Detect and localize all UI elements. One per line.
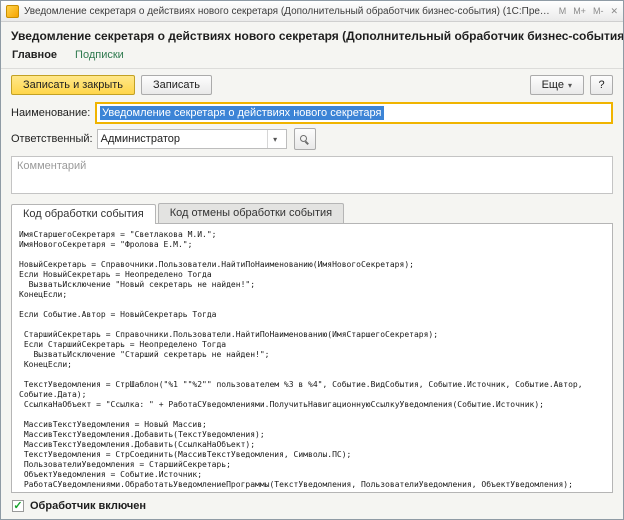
app-window: Уведомление секретаря о действиях нового… [0, 0, 624, 520]
1c-app-icon [6, 5, 19, 18]
responsible-value: Администратор [101, 133, 267, 145]
open-responsible-button[interactable] [294, 128, 316, 150]
help-button[interactable]: ? [590, 75, 613, 95]
more-button-label: Еще [542, 79, 564, 91]
responsible-combo[interactable]: Администратор ▾ [97, 129, 287, 149]
name-input[interactable]: Уведомление секретаря о действиях нового… [95, 102, 613, 124]
name-field-label: Наименование: [11, 107, 91, 119]
code-editor-panel: ИмяСтаршегоСекретаря = "Светлакова М.И."… [11, 223, 613, 493]
font-scale-minus-button[interactable]: M- [593, 6, 604, 17]
close-icon[interactable]: ✕ [610, 6, 618, 17]
title-bar: Уведомление секретаря о действиях нового… [1, 1, 623, 22]
tab-subscriptions[interactable]: Подписки [75, 49, 124, 61]
comment-row [1, 152, 623, 196]
more-button[interactable]: Еще ▾ [530, 75, 584, 95]
code-editor[interactable]: ИмяСтаршегоСекретаря = "Светлакова М.И."… [12, 224, 612, 493]
form-toolbar: Записать и закрыть Записать Еще ▾ ? [1, 69, 623, 100]
page-title: Уведомление секретаря о действиях нового… [1, 22, 623, 47]
code-tabs: Код обработки события Код отмены обработ… [1, 196, 623, 223]
save-button[interactable]: Записать [141, 75, 212, 95]
dropdown-arrow-icon[interactable]: ▾ [267, 130, 283, 148]
comment-textarea[interactable] [11, 156, 613, 194]
tab-main[interactable]: Главное [12, 49, 57, 61]
section-nav: Главное Подписки [1, 47, 623, 69]
magnifier-icon [299, 134, 310, 145]
footer-bar: ✓ Обработчик включен [1, 493, 623, 519]
tab-event-handler-code[interactable]: Код обработки события [11, 204, 156, 224]
tab-cancel-handler-code[interactable]: Код отмены обработки события [158, 203, 344, 223]
window-title: Уведомление секретаря о действиях нового… [24, 6, 554, 17]
save-and-close-button[interactable]: Записать и закрыть [11, 75, 135, 95]
font-scale-button[interactable]: M [559, 6, 567, 17]
responsible-field-label: Ответственный: [11, 133, 93, 145]
responsible-row: Ответственный: Администратор ▾ [1, 126, 623, 152]
window-controls: M M+ M- ✕ [559, 6, 618, 17]
name-row: Наименование: Уведомление секретаря о де… [1, 100, 623, 126]
name-input-selected-text: Уведомление секретаря о действиях нового… [100, 106, 384, 120]
handler-enabled-label: Обработчик включен [30, 500, 146, 512]
handler-enabled-checkbox[interactable]: ✓ [12, 500, 24, 512]
chevron-down-icon: ▾ [568, 81, 572, 90]
font-scale-plus-button[interactable]: M+ [573, 6, 586, 17]
